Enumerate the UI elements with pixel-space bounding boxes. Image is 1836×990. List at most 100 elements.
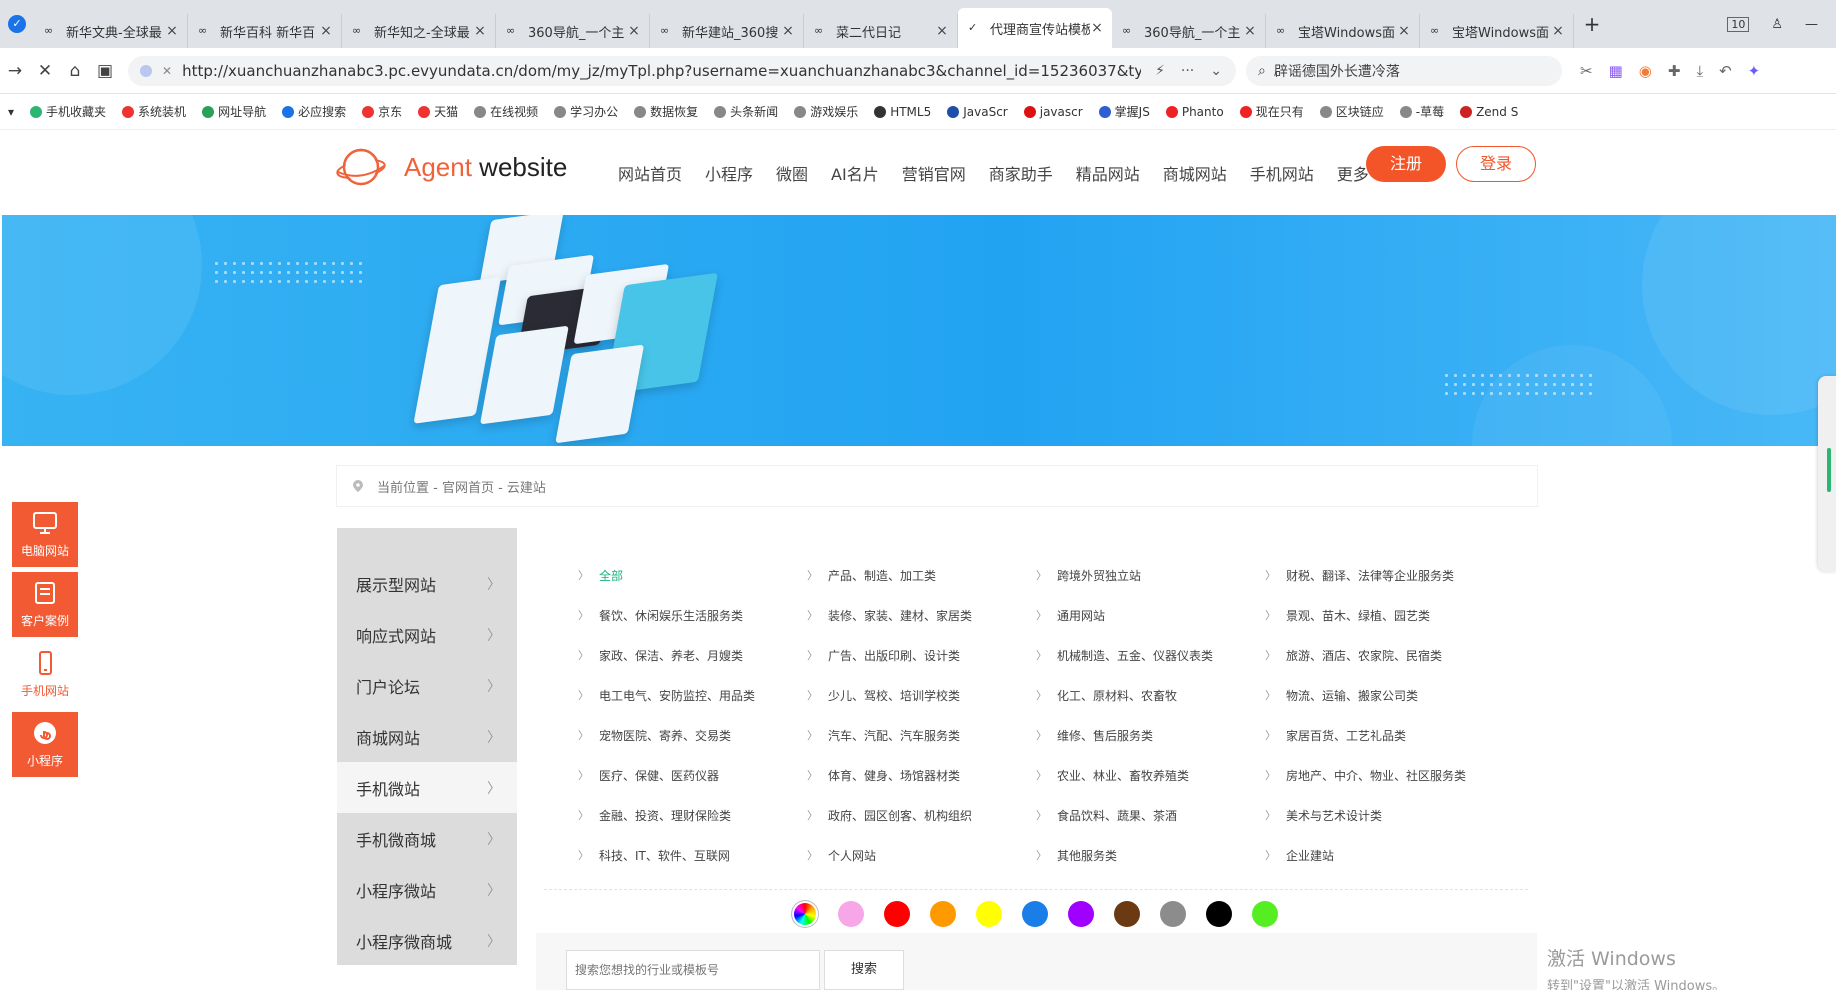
industry-item[interactable]: 〉其他服务类	[1036, 846, 1265, 864]
color-swatch[interactable]	[976, 901, 1002, 927]
browser-search-field[interactable]: ⌕ 辟谣德国外长遭冷落	[1246, 55, 1562, 86]
bookmark-item[interactable]: 在线视频	[466, 103, 546, 120]
tab-count-badge[interactable]: 10	[1727, 16, 1750, 32]
industry-item[interactable]: 〉个人网站	[807, 846, 1036, 864]
browser-tab[interactable]: ∞ 360导航_一个主 ×	[1112, 14, 1266, 48]
bookmark-item[interactable]: 京东	[354, 103, 410, 120]
color-swatch[interactable]	[1022, 901, 1048, 927]
close-tab-icon[interactable]: ×	[935, 23, 949, 39]
chevron-down-icon[interactable]: ⌄	[1210, 63, 1222, 79]
color-swatch[interactable]	[1114, 901, 1140, 927]
category-item[interactable]: 展示型网站 〉	[337, 558, 517, 609]
browser-menu-icon[interactable]: ✓	[0, 0, 34, 48]
browser-tab[interactable]: ∞ 新华文典-全球最 ×	[34, 14, 188, 48]
industry-item[interactable]: 〉财税、翻译、法律等企业服务类	[1265, 566, 1494, 584]
url-text[interactable]: http://xuanchuanzhanabc3.pc.evyundata.cn…	[182, 62, 1141, 80]
industry-item[interactable]: 〉食品饮料、蔬果、茶酒	[1036, 806, 1265, 824]
industry-item[interactable]: 〉跨境外贸独立站	[1036, 566, 1265, 584]
register-button[interactable]: 注册	[1366, 146, 1446, 182]
industry-item[interactable]: 〉少儿、驾校、培训学校类	[807, 686, 1036, 704]
browser-search-text[interactable]: 辟谣德国外长遭冷落	[1274, 61, 1400, 81]
industry-item[interactable]: 〉美术与艺术设计类	[1265, 806, 1494, 824]
nav-item[interactable]: 商城网站	[1163, 161, 1227, 185]
category-item[interactable]: 小程序微商城 〉	[337, 915, 517, 966]
stop-icon[interactable]: ✕	[30, 61, 60, 81]
forward-icon[interactable]: →	[0, 61, 30, 81]
bookmark-item[interactable]: javascr	[1016, 105, 1091, 119]
industry-item[interactable]: 〉政府、园区创客、机构组织	[807, 806, 1036, 824]
color-swatch[interactable]	[838, 901, 864, 927]
url-field[interactable]: ✕ http://xuanchuanzhanabc3.pc.evyundata.…	[128, 55, 1236, 86]
close-tab-icon[interactable]: ×	[319, 23, 333, 39]
industry-item[interactable]: 〉全部	[578, 566, 807, 584]
close-tab-icon[interactable]: ×	[473, 23, 487, 39]
browser-tab[interactable]: ∞ 菜二代日记 ×	[804, 14, 958, 48]
bookmark-item[interactable]: 游戏娱乐	[786, 103, 866, 120]
bookmark-folder-icon[interactable]: ▾	[0, 105, 22, 119]
browser-tab[interactable]: ∞ 360导航_一个主 ×	[496, 14, 650, 48]
nav-item[interactable]: 网站首页	[618, 161, 682, 185]
color-swatch[interactable]	[1068, 901, 1094, 927]
more-icon[interactable]: ···	[1181, 63, 1194, 79]
bookmark-item[interactable]: 学习办公	[546, 103, 626, 120]
close-tab-icon[interactable]: ×	[781, 23, 795, 39]
minimize-icon[interactable]: —	[1805, 17, 1818, 32]
close-tab-icon[interactable]: ×	[1551, 23, 1565, 39]
side-monitor-button[interactable]: 电脑网站	[12, 502, 78, 567]
browser-tab[interactable]: ∞ 宝塔Windows面 ×	[1420, 14, 1574, 48]
browser-tab[interactable]: ∞ 新华百科 新华百 ×	[188, 14, 342, 48]
industry-item[interactable]: 〉家政、保洁、养老、月嫂类	[578, 646, 807, 664]
download-icon[interactable]: ⤓	[1696, 62, 1703, 80]
side-document-button[interactable]: 客户案例	[12, 572, 78, 637]
undo-icon[interactable]: ↶	[1719, 62, 1732, 80]
site-logo[interactable]: Agent website	[336, 144, 567, 190]
nav-item[interactable]: 手机网站	[1250, 161, 1314, 185]
industry-search-input[interactable]	[566, 950, 820, 990]
nav-item[interactable]: 更多	[1337, 161, 1369, 185]
color-swatch[interactable]	[1160, 901, 1186, 927]
industry-search-button[interactable]: 搜索	[824, 950, 904, 990]
color-swatch[interactable]	[1206, 901, 1232, 927]
industry-item[interactable]: 〉宠物医院、寄养、交易类	[578, 726, 807, 744]
side-phone-button[interactable]: 手机网站	[12, 642, 78, 707]
bookmark-item[interactable]: JavaScr	[939, 105, 1016, 119]
bookmark-item[interactable]: 网址导航	[194, 103, 274, 120]
category-item[interactable]: 门户论坛 〉	[337, 660, 517, 711]
industry-item[interactable]: 〉房地产、中介、物业、社区服务类	[1265, 766, 1494, 784]
industry-item[interactable]: 〉产品、制造、加工类	[807, 566, 1036, 584]
login-button[interactable]: 登录	[1456, 146, 1536, 182]
browser-tab[interactable]: ✓ 代理商宣传站模板 ×	[958, 8, 1112, 48]
industry-item[interactable]: 〉科技、IT、软件、互联网	[578, 846, 807, 864]
browser-tab[interactable]: ∞ 宝塔Windows面 ×	[1266, 14, 1420, 48]
industry-item[interactable]: 〉旅游、酒店、农家院、民宿类	[1265, 646, 1494, 664]
color-swatch[interactable]	[930, 901, 956, 927]
close-tab-icon[interactable]: ×	[165, 23, 179, 39]
category-item[interactable]: 响应式网站 〉	[337, 609, 517, 660]
bookmark-item[interactable]: 数据恢复	[626, 103, 706, 120]
nav-item[interactable]: 小程序	[705, 161, 753, 185]
browser-tab[interactable]: ∞ 新华建站_360搜 ×	[650, 14, 804, 48]
nav-item[interactable]: 微圈	[776, 161, 808, 185]
bookmark-item[interactable]: 天猫	[410, 103, 466, 120]
game-icon[interactable]: ◉	[1639, 62, 1652, 80]
industry-item[interactable]: 〉维修、售后服务类	[1036, 726, 1265, 744]
industry-item[interactable]: 〉家居百货、工艺礼品类	[1265, 726, 1494, 744]
industry-item[interactable]: 〉农业、林业、畜牧养殖类	[1036, 766, 1265, 784]
bookmark-item[interactable]: 头条新闻	[706, 103, 786, 120]
industry-item[interactable]: 〉物流、运输、搬家公司类	[1265, 686, 1494, 704]
breadcrumb-text[interactable]: 当前位置 - 官网首页 - 云建站	[377, 477, 546, 496]
nav-item[interactable]: 商家助手	[989, 161, 1053, 185]
new-tab-button[interactable]: +	[1574, 12, 1610, 36]
bookmark-item[interactable]: Zend S	[1452, 105, 1526, 119]
category-item[interactable]: 商城网站 〉	[337, 711, 517, 762]
close-tab-icon[interactable]: ×	[1243, 23, 1257, 39]
industry-item[interactable]: 〉机械制造、五金、仪器仪表类	[1036, 646, 1265, 664]
nav-item[interactable]: 营销官网	[902, 161, 966, 185]
close-tab-icon[interactable]: ×	[1090, 20, 1104, 36]
bookmark-item[interactable]: 系统装机	[114, 103, 194, 120]
industry-item[interactable]: 〉装修、家装、建材、家居类	[807, 606, 1036, 624]
industry-item[interactable]: 〉金融、投资、理财保险类	[578, 806, 807, 824]
color-swatch[interactable]	[792, 901, 818, 927]
industry-item[interactable]: 〉餐饮、休闲娱乐生活服务类	[578, 606, 807, 624]
bookmark-item[interactable]: 手机收藏夹	[22, 103, 114, 120]
